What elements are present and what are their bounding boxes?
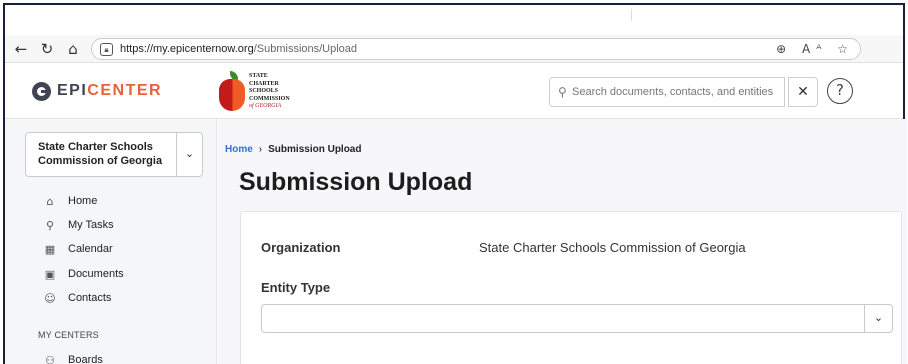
documents-icon: ▣ <box>44 267 56 281</box>
browser-window: ← ↻ ⌂ 🔒︎ https://my.epicenternow.org/Sub… <box>3 3 907 364</box>
home-icon[interactable]: ⌂ <box>63 39 83 59</box>
sidebar-item-boards[interactable]: ⚇ Boards <box>43 350 103 364</box>
divider <box>631 9 632 21</box>
entity-type-select[interactable]: ⌄ <box>261 304 893 333</box>
sidebar-item-documents[interactable]: ▣ Documents <box>43 264 124 284</box>
calendar-icon: ▦ <box>44 242 56 256</box>
back-arrow-icon[interactable]: ← <box>11 39 31 59</box>
sidebar-item-calendar[interactable]: ▦ Calendar <box>43 239 113 259</box>
org-logo: STATE CHARTER SCHOOLS COMMISSION of GEOR… <box>217 71 327 113</box>
title-bar-area <box>5 5 903 35</box>
org-logo-line: COMMISSION <box>249 95 290 102</box>
entity-type-label: Entity Type <box>261 280 331 295</box>
sidebar-item-home[interactable]: ⌂ Home <box>43 191 98 211</box>
browser-toolbar: ← ↻ ⌂ 🔒︎ https://my.epicenternow.org/Sub… <box>5 35 903 63</box>
org-logo-line: STATE <box>249 73 268 79</box>
organization-value: State Charter Schools Commission of Geor… <box>479 240 746 255</box>
page-title: Submission Upload <box>239 168 473 196</box>
org-selector[interactable]: State Charter Schools Commission of Geor… <box>25 132 203 177</box>
epicenter-logo-text[interactable]: EPICENTER <box>57 82 162 100</box>
url-path: /Submissions/Upload <box>253 43 358 55</box>
person-icon: ☺ <box>44 291 56 305</box>
section-title-my-centers: MY CENTERS <box>38 330 99 340</box>
url-host: https://my.epicenternow.org <box>120 43 254 55</box>
app-header: EPICENTER STATE CHARTER SCHOOLS COMMISSI… <box>5 63 903 119</box>
breadcrumb: Home › Submission Upload <box>225 144 361 155</box>
sidebar-item-label: My Tasks <box>68 219 114 231</box>
sidebar-item-my-tasks[interactable]: ⚲ My Tasks <box>43 215 114 235</box>
upload-form-card: Organization State Charter Schools Commi… <box>240 211 902 364</box>
org-logo-line: of GEORGIA <box>249 103 282 109</box>
chevron-down-icon[interactable]: ⌄ <box>864 305 892 332</box>
org-logo-line: CHARTER <box>249 80 279 87</box>
url-text[interactable]: https://my.epicenternow.org/Submissions/… <box>120 43 357 55</box>
sidebar-item-label: Boards <box>68 354 103 364</box>
breadcrumb-home-link[interactable]: Home <box>225 144 253 155</box>
breadcrumb-current: Submission Upload <box>268 144 362 155</box>
sidebar-item-label: Contacts <box>68 292 112 304</box>
lock-icon[interactable]: 🔒︎ <box>100 43 113 56</box>
sidebar-item-label: Home <box>68 195 98 207</box>
address-bar[interactable]: 🔒︎ https://my.epicenternow.org/Submissio… <box>91 38 861 60</box>
logo-prefix: EPI <box>57 82 88 99</box>
apple-icon <box>219 79 245 111</box>
pin-icon: ⚲ <box>45 218 55 232</box>
logo-suffix: CENTER <box>87 82 163 99</box>
clear-search-button[interactable]: ✕ <box>788 77 818 107</box>
sidebar-item-contacts[interactable]: ☺ Contacts <box>43 288 111 308</box>
chevron-down-icon[interactable]: ⌄ <box>176 133 202 176</box>
home-icon: ⌂ <box>46 194 54 208</box>
group-icon: ⚇ <box>45 353 55 364</box>
search-field[interactable]: ⚲ <box>549 77 785 107</box>
search-input[interactable] <box>572 83 782 101</box>
breadcrumb-separator: › <box>258 144 263 155</box>
reload-icon[interactable]: ↻ <box>37 39 57 59</box>
main-content: Home › Submission Upload Submission Upload… <box>218 119 907 364</box>
sidebar-item-label: Documents <box>68 268 124 280</box>
search-icon: ⚲ <box>558 85 567 99</box>
sidebar-item-label: Calendar <box>68 243 113 255</box>
org-logo-text: STATE CHARTER SCHOOLS COMMISSION of GEOR… <box>249 73 290 111</box>
epicenter-logo-icon[interactable] <box>32 82 51 101</box>
organization-label: Organization <box>261 240 341 255</box>
org-selector-label: State Charter Schools Commission of Geor… <box>38 141 163 167</box>
help-icon[interactable]: ? <box>827 78 853 104</box>
org-logo-line: SCHOOLS <box>249 88 279 94</box>
address-bar-actions[interactable]: ⊕ Aᴬ ☆ <box>776 42 854 56</box>
sidebar: State Charter Schools Commission of Geor… <box>5 119 217 364</box>
